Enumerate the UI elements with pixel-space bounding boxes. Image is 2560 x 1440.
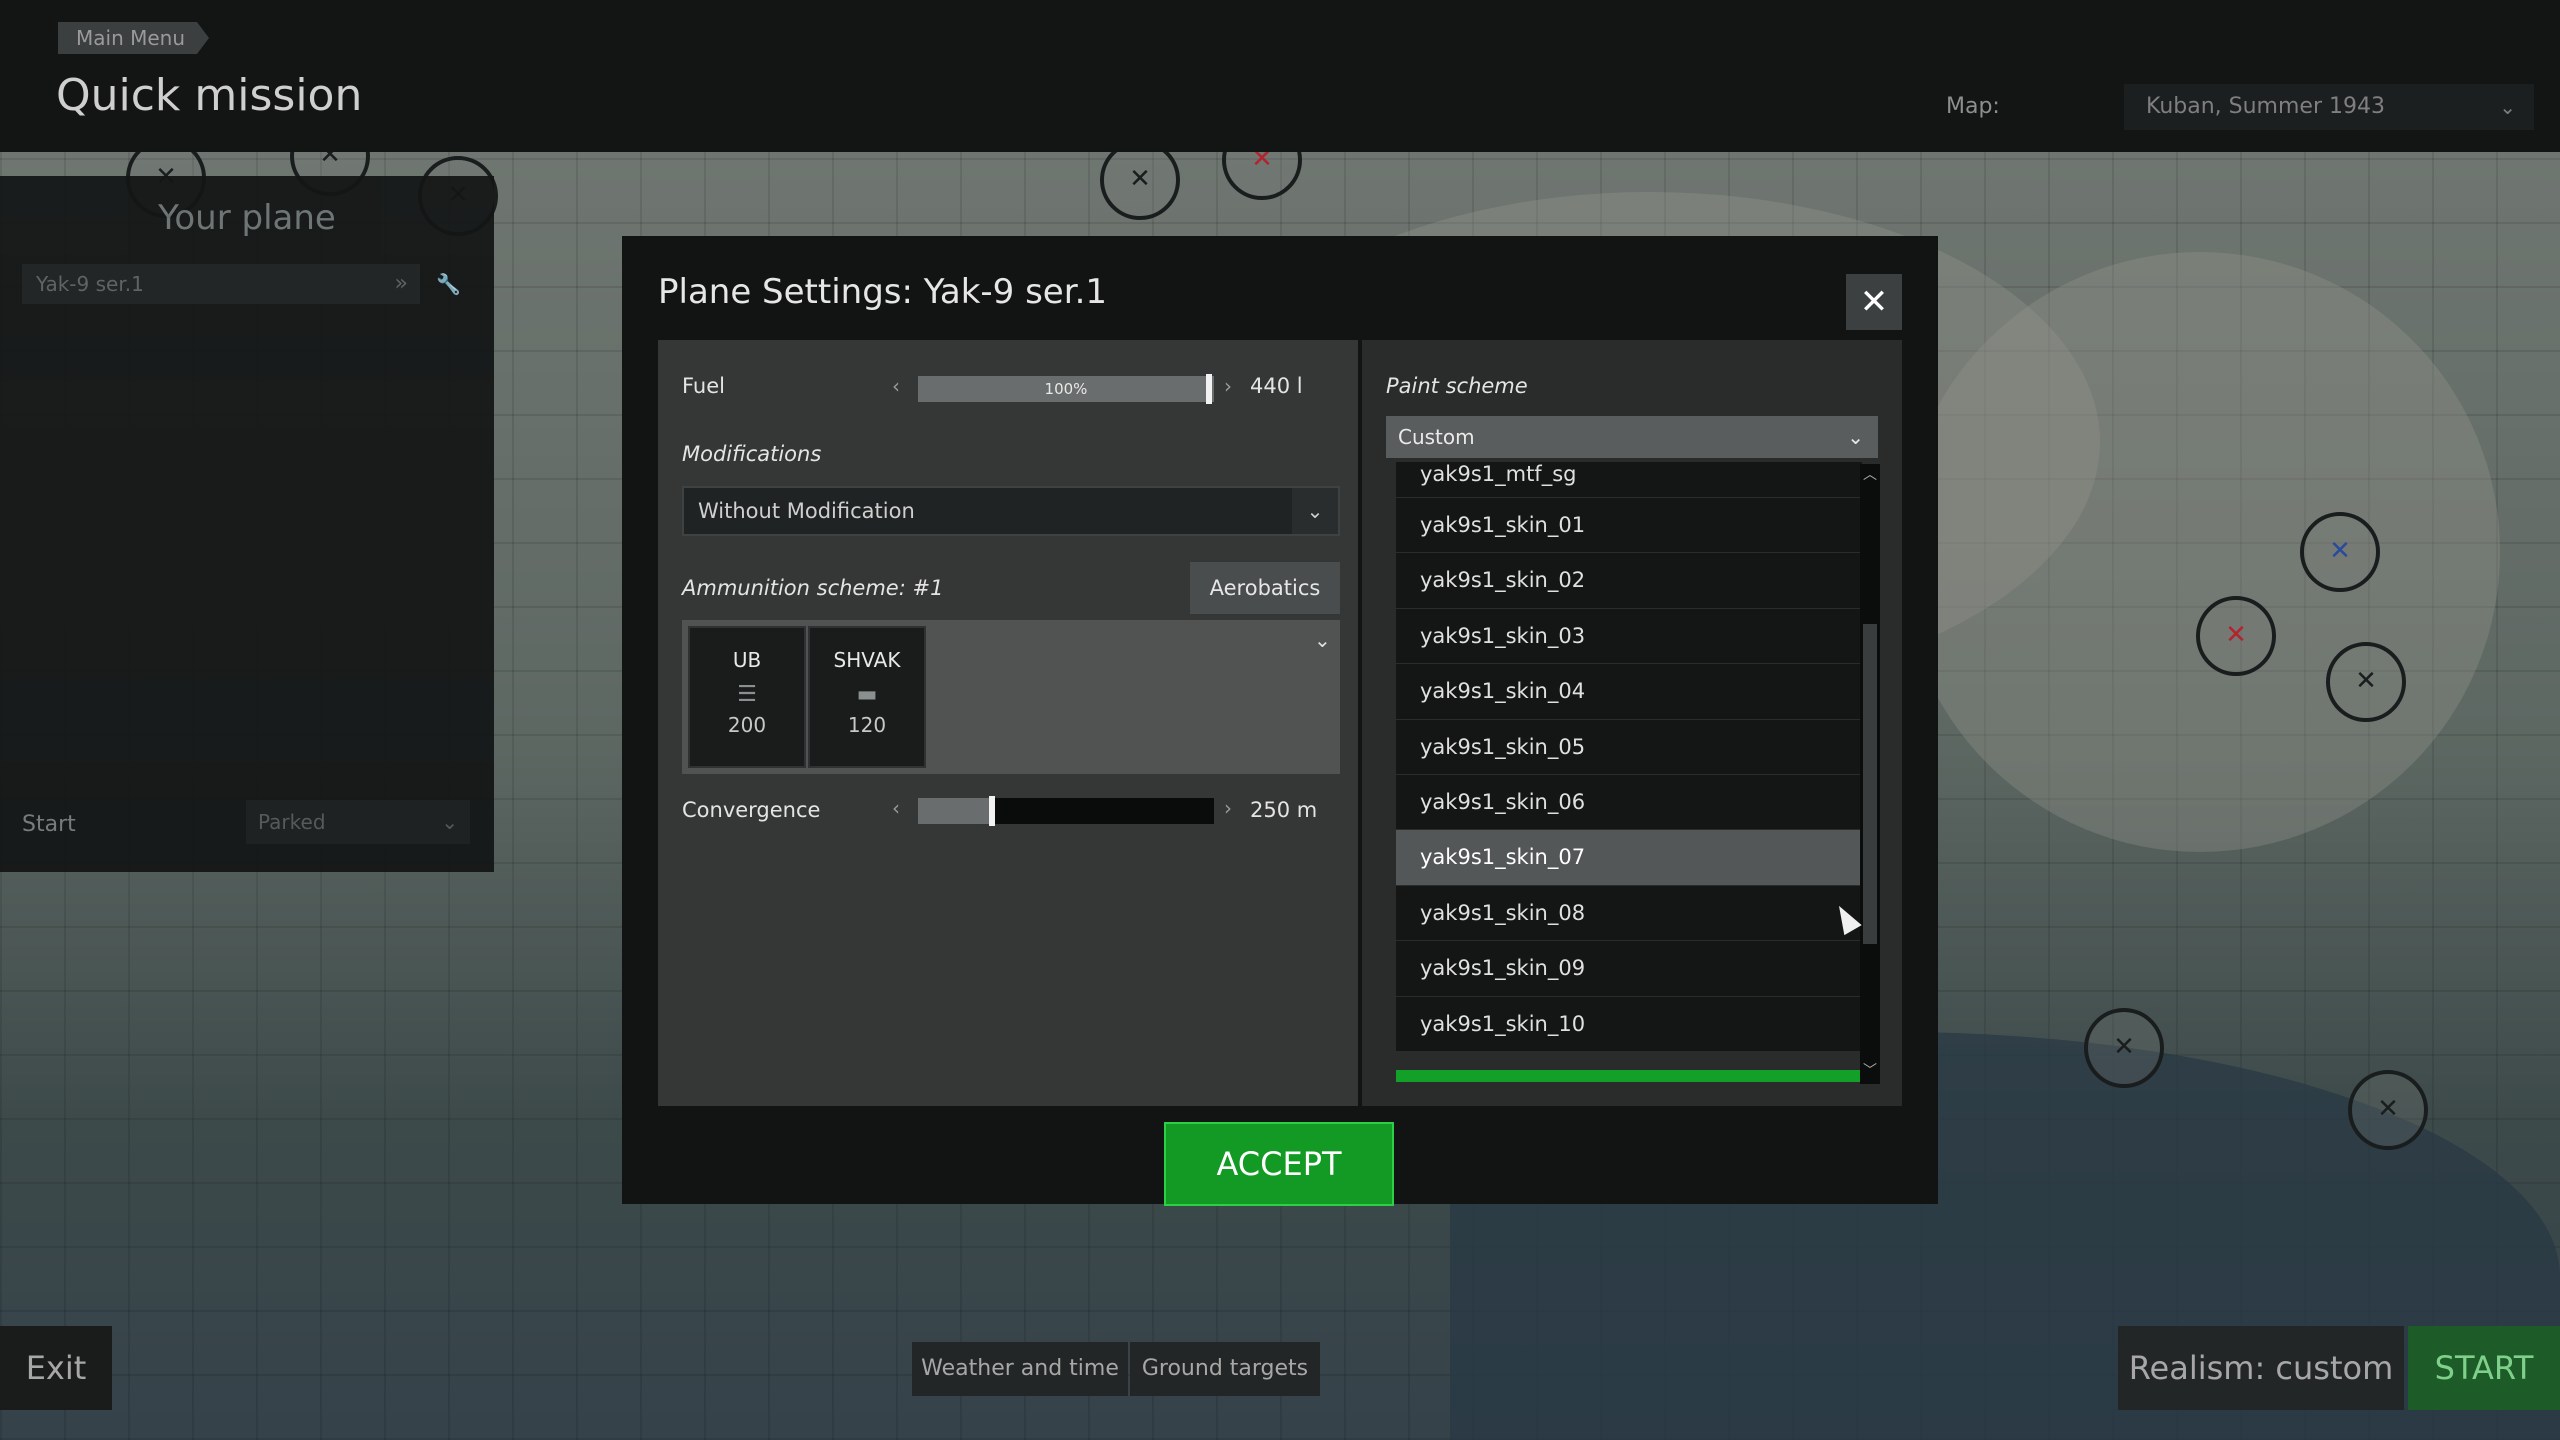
gun-shvak[interactable]: SHVAK ▬ 120	[808, 626, 926, 768]
skin-list-scrollbar[interactable]: ︿ ﹀	[1860, 464, 1880, 1084]
scrollbar-thumb[interactable]	[1863, 624, 1877, 944]
scroll-up-icon[interactable]: ︿	[1860, 464, 1880, 484]
fuel-percent: 100%	[1044, 380, 1088, 398]
map-dropdown[interactable]: Kuban, Summer 1943 ⌄	[2124, 84, 2534, 130]
chevron-down-icon[interactable]: ⌄	[1314, 628, 1331, 652]
scroll-down-icon[interactable]: ﹀	[1860, 1060, 1880, 1080]
map-land	[1900, 252, 2500, 852]
convergence-slider[interactable]	[918, 796, 1214, 826]
skin-list-item[interactable]: yak9s1_skin_05	[1396, 719, 1862, 775]
skin-list-item[interactable]: yak9s1_skin_10	[1396, 996, 1862, 1052]
chevron-down-icon: ⌄	[1292, 488, 1338, 534]
dialog-title: Plane Settings: Yak-9 ser.1	[658, 272, 1108, 312]
plane-selector-value: Yak-9 ser.1	[36, 272, 144, 296]
breadcrumb-main-menu[interactable]: Main Menu	[58, 22, 210, 54]
paint-scheme-section: Paint scheme Custom ⌄ yak9s1_mtf_sg yak9s…	[1362, 340, 1902, 1106]
close-icon: ✕	[1859, 282, 1889, 322]
map-dropdown-value: Kuban, Summer 1943	[2146, 94, 2385, 119]
gun-ammo-count: 200	[727, 713, 767, 737]
double-chevron-right-icon: »	[394, 271, 408, 296]
map-marker[interactable]	[2084, 1008, 2164, 1088]
fuel-label: Fuel	[682, 374, 725, 398]
chevron-down-icon: ⌄	[2499, 95, 2516, 119]
map-marker[interactable]	[2196, 596, 2276, 676]
skin-list-item[interactable]: yak9s1_skin_01	[1396, 498, 1862, 554]
start-dropdown[interactable]: Parked ⌄	[246, 800, 470, 844]
ground-targets-button[interactable]: Ground targets	[1130, 1342, 1320, 1396]
skin-list[interactable]: yak9s1_mtf_sg yak9s1_skin_01 yak9s1_skin_0…	[1396, 462, 1862, 1082]
your-plane-panel: Your plane Yak-9 ser.1 » 🔧 Start Parked …	[0, 176, 494, 872]
skin-list-item[interactable]: yak9s1_skin_04	[1396, 664, 1862, 720]
page-title: Quick mission	[56, 70, 363, 121]
close-button[interactable]: ✕	[1846, 274, 1902, 330]
ammunition-panel[interactable]: ⌄ UB ☰ 200 SHVAK ▬ 120	[682, 620, 1340, 774]
gun-name: SHVAK	[833, 648, 901, 672]
plane-settings-dialog: Plane Settings: Yak-9 ser.1 ✕ Fuel ‹ 100…	[622, 236, 1938, 1206]
map-marker[interactable]	[1100, 140, 1180, 220]
paint-scheme-label: Paint scheme	[1386, 374, 1528, 398]
fuel-decrease-arrow[interactable]: ‹	[892, 374, 900, 398]
gun-name: UB	[732, 648, 762, 672]
aerobatics-button[interactable]: Aerobatics	[1190, 562, 1340, 614]
skin-list-item[interactable]: yak9s1_skin_08	[1396, 885, 1862, 942]
ammo-belt-icon: ☰	[737, 682, 757, 707]
skin-list-item[interactable]: yak9s1_skin_02	[1396, 553, 1862, 609]
fuel-increase-arrow[interactable]: ›	[1224, 374, 1232, 398]
skin-list-item[interactable]: yak9s1_skin_06	[1396, 774, 1862, 831]
fuel-value: 440 l	[1250, 374, 1303, 398]
paint-scheme-value: Custom	[1398, 425, 1475, 449]
accept-button[interactable]: ACCEPT	[1164, 1122, 1394, 1206]
list-bottom-highlight	[1396, 1070, 1862, 1082]
map-marker[interactable]	[2348, 1070, 2428, 1150]
plane-config-section: Fuel ‹ 100% › 440 l Modifications Withou…	[658, 340, 1358, 1106]
convergence-decrease-arrow[interactable]: ‹	[892, 796, 900, 820]
gun-ub[interactable]: UB ☰ 200	[688, 626, 806, 768]
map-marker[interactable]	[2326, 642, 2406, 722]
skin-list-item[interactable]: yak9s1_skin_09	[1396, 941, 1862, 997]
convergence-slider-fill	[918, 798, 992, 824]
chevron-down-icon: ⌄	[441, 810, 458, 834]
modifications-label: Modifications	[682, 442, 822, 466]
modifications-value: Without Modification	[698, 499, 915, 523]
start-button[interactable]: START	[2408, 1326, 2560, 1410]
fuel-slider[interactable]: 100%	[918, 374, 1214, 404]
ammo-belt-icon: ▬	[856, 682, 878, 707]
start-label: Start	[22, 812, 76, 837]
chevron-down-icon: ⌄	[1847, 425, 1864, 449]
realism-button[interactable]: Realism: custom	[2118, 1326, 2404, 1410]
start-dropdown-value: Parked	[258, 810, 326, 834]
top-header: Main Menu Quick mission Map: Kuban, Summ…	[0, 0, 2560, 152]
convergence-slider-handle[interactable]	[989, 796, 995, 826]
ammunition-scheme-label: Ammunition scheme: #1	[682, 576, 944, 600]
modifications-dropdown[interactable]: Without Modification ⌄	[682, 486, 1340, 536]
convergence-increase-arrow[interactable]: ›	[1224, 796, 1232, 820]
skin-list-item[interactable]: yak9s1_skin_03	[1396, 608, 1862, 665]
plane-selector[interactable]: Yak-9 ser.1 »	[22, 264, 420, 304]
exit-button[interactable]: Exit	[0, 1326, 112, 1410]
convergence-value: 250 m	[1250, 798, 1318, 822]
wrench-icon[interactable]: 🔧	[436, 272, 461, 296]
your-plane-heading: Your plane	[158, 198, 336, 238]
map-label: Map:	[1946, 94, 2000, 119]
skin-list-item[interactable]: yak9s1_skin_07	[1396, 830, 1862, 886]
map-marker[interactable]	[2300, 512, 2380, 592]
gun-ammo-count: 120	[847, 713, 887, 737]
skin-list-item[interactable]: yak9s1_mtf_sg	[1396, 462, 1862, 498]
weather-and-time-button[interactable]: Weather and time	[912, 1342, 1128, 1396]
convergence-label: Convergence	[682, 798, 821, 822]
paint-scheme-dropdown[interactable]: Custom ⌄	[1386, 416, 1878, 458]
